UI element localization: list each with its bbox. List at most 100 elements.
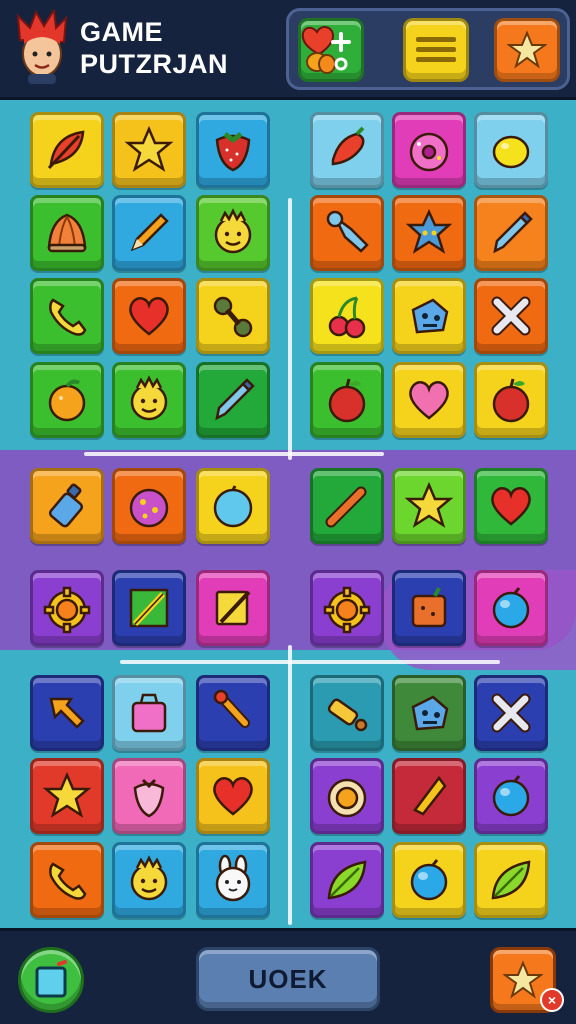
avatar-face-icon: [16, 7, 68, 84]
gear-icon: [323, 586, 371, 634]
game-tile[interactable]: [196, 195, 270, 271]
game-tile[interactable]: [112, 195, 186, 271]
game-tile[interactable]: [112, 675, 186, 751]
game-tile[interactable]: [392, 362, 466, 438]
smiley-icon: [130, 855, 168, 901]
game-tile[interactable]: [310, 758, 384, 834]
game-tile[interactable]: [392, 570, 466, 646]
game-tile[interactable]: [310, 570, 384, 646]
game-tile[interactable]: [30, 112, 104, 188]
brush-icon: [213, 689, 250, 728]
gear-icon: [43, 586, 91, 634]
divider-line: [84, 452, 384, 456]
box-icon: [411, 587, 447, 628]
game-tile[interactable]: [310, 278, 384, 354]
robot-icon: [411, 298, 449, 334]
star-icon: [503, 960, 543, 999]
game-title: GAME PUTZRJAN: [80, 16, 228, 80]
close-icon[interactable]: ×: [540, 988, 564, 1012]
game-tile[interactable]: [112, 362, 186, 438]
game-tile[interactable]: [30, 842, 104, 918]
game-tile[interactable]: [196, 570, 270, 646]
game-tile[interactable]: [30, 468, 104, 544]
game-tile[interactable]: [392, 675, 466, 751]
game-tile[interactable]: [196, 112, 270, 188]
favorites-button[interactable]: [494, 18, 560, 82]
game-title-line1: GAME: [80, 17, 163, 47]
game-tile[interactable]: [474, 842, 548, 918]
heart-icon: [491, 487, 531, 526]
game-tile[interactable]: [30, 362, 104, 438]
main-action-button[interactable]: UOEK: [196, 947, 380, 1011]
feather-icon: [47, 130, 85, 170]
game-tile[interactable]: [392, 112, 466, 188]
game-tile[interactable]: [112, 112, 186, 188]
game-tile[interactable]: [112, 570, 186, 646]
game-tile[interactable]: [474, 195, 548, 271]
game-tile[interactable]: [196, 278, 270, 354]
game-tile[interactable]: [196, 362, 270, 438]
game-tile[interactable]: [474, 758, 548, 834]
game-tile[interactable]: [474, 362, 548, 438]
blueberry-icon: [492, 587, 530, 629]
blue-pen-icon: [493, 211, 533, 254]
game-tile[interactable]: [392, 842, 466, 918]
gift-icon: [131, 693, 167, 733]
game-tile[interactable]: [474, 570, 548, 646]
player-avatar[interactable]: [14, 7, 70, 86]
game-tile[interactable]: [474, 468, 548, 544]
game-tile[interactable]: [310, 112, 384, 188]
pink-heart-icon: [409, 381, 449, 420]
apple-icon: [492, 378, 530, 423]
game-tile[interactable]: [196, 758, 270, 834]
game-tile[interactable]: [30, 570, 104, 646]
game-tile[interactable]: [30, 278, 104, 354]
game-tile[interactable]: [30, 675, 104, 751]
blueberry-icon: [410, 859, 448, 901]
game-tile[interactable]: [392, 195, 466, 271]
game-tile[interactable]: [112, 758, 186, 834]
dumbbell-icon: [213, 296, 253, 338]
game-tile[interactable]: [310, 362, 384, 438]
game-tile[interactable]: [30, 758, 104, 834]
boosters-button[interactable]: [298, 18, 364, 82]
menu-button[interactable]: [403, 18, 469, 82]
game-tile[interactable]: [474, 675, 548, 751]
divider-line: [120, 660, 500, 664]
game-tile[interactable]: [196, 468, 270, 544]
game-tile[interactable]: [310, 468, 384, 544]
smiley-icon: [214, 208, 252, 254]
game-tile[interactable]: [30, 195, 104, 271]
blue-pen-icon: [215, 378, 255, 421]
pencil-note-icon: [215, 590, 251, 626]
game-tile[interactable]: [112, 468, 186, 544]
green-pencil-icon: [129, 588, 169, 628]
game-tile[interactable]: [196, 842, 270, 918]
game-tile[interactable]: [392, 278, 466, 354]
orange-icon: [48, 379, 86, 422]
divider-line: [288, 645, 292, 925]
cross-icon: [491, 693, 531, 733]
game-tile[interactable]: [474, 278, 548, 354]
bottle-gold-icon: [327, 698, 368, 732]
game-tile[interactable]: [474, 112, 548, 188]
heart-icon: [213, 777, 253, 816]
star-icon: [42, 771, 92, 818]
game-tile[interactable]: [196, 675, 270, 751]
footer-bar: UOEK: [0, 928, 576, 1024]
game-tile[interactable]: [392, 468, 466, 544]
leaf-icon: [491, 860, 531, 900]
menu-icon: [416, 37, 456, 62]
game-tile[interactable]: [392, 758, 466, 834]
apple-icon: [328, 378, 366, 423]
cube-button[interactable]: [18, 947, 84, 1013]
robot-star-icon: [405, 209, 453, 254]
arrow-icon: [49, 697, 85, 729]
cross-icon: [491, 296, 531, 336]
strawberry-icon: [215, 132, 251, 172]
game-tile[interactable]: [112, 842, 186, 918]
game-tile[interactable]: [310, 842, 384, 918]
game-tile[interactable]: [310, 195, 384, 271]
game-tile[interactable]: [112, 278, 186, 354]
game-tile[interactable]: [310, 675, 384, 751]
